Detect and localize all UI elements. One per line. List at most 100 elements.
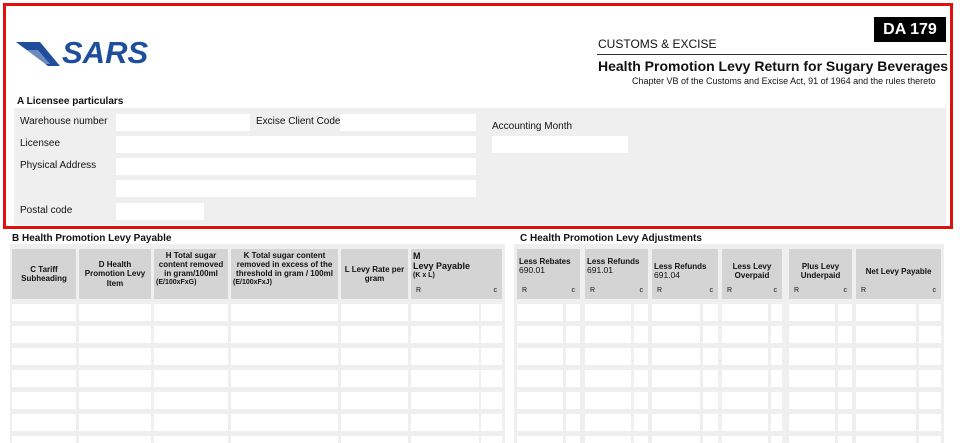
adjustment-entry-cell[interactable] (585, 370, 631, 387)
payable-entry-cell[interactable] (481, 348, 502, 365)
payable-entry-cell[interactable] (231, 414, 338, 431)
adjustment-entry-cell[interactable] (652, 326, 700, 343)
adjustment-entry-cell[interactable] (585, 326, 631, 343)
payable-entry-cell[interactable] (231, 370, 338, 387)
payable-entry-cell[interactable] (12, 304, 76, 321)
adjustment-entry-cell[interactable] (703, 326, 718, 343)
payable-entry-cell[interactable] (411, 304, 479, 321)
payable-entry-cell[interactable] (154, 436, 228, 443)
adjustment-entry-cell[interactable] (838, 370, 852, 387)
adjustment-entry-cell[interactable] (856, 392, 916, 409)
payable-entry-cell[interactable] (154, 414, 228, 431)
adjustment-entry-cell[interactable] (771, 304, 782, 321)
payable-entry-cell[interactable] (12, 436, 76, 443)
adjustment-entry-cell[interactable] (566, 348, 580, 365)
payable-entry-cell[interactable] (481, 414, 502, 431)
adjustment-entry-cell[interactable] (566, 326, 580, 343)
adjustment-entry-cell[interactable] (722, 348, 768, 365)
adjustment-entry-cell[interactable] (919, 304, 941, 321)
adjustment-entry-cell[interactable] (722, 326, 768, 343)
adjustment-entry-cell[interactable] (517, 414, 563, 431)
adjustment-entry-cell[interactable] (566, 414, 580, 431)
accounting-month-field[interactable] (492, 136, 628, 153)
adjustment-entry-cell[interactable] (722, 304, 768, 321)
payable-entry-cell[interactable] (79, 392, 151, 409)
adjustment-entry-cell[interactable] (838, 414, 852, 431)
adjustment-entry-cell[interactable] (652, 436, 700, 443)
payable-entry-cell[interactable] (411, 414, 479, 431)
payable-entry-cell[interactable] (79, 326, 151, 343)
payable-entry-cell[interactable] (231, 392, 338, 409)
payable-entry-cell[interactable] (481, 392, 502, 409)
payable-entry-cell[interactable] (231, 304, 338, 321)
adjustment-entry-cell[interactable] (634, 436, 648, 443)
adjustment-entry-cell[interactable] (789, 304, 835, 321)
adjustment-entry-cell[interactable] (919, 370, 941, 387)
payable-entry-cell[interactable] (411, 348, 479, 365)
adjustment-entry-cell[interactable] (652, 370, 700, 387)
adjustment-entry-cell[interactable] (838, 304, 852, 321)
adjustment-entry-cell[interactable] (652, 348, 700, 365)
adjustment-entry-cell[interactable] (789, 436, 835, 443)
payable-entry-cell[interactable] (79, 370, 151, 387)
adjustment-entry-cell[interactable] (856, 326, 916, 343)
payable-entry-cell[interactable] (411, 326, 479, 343)
adjustment-entry-cell[interactable] (919, 392, 941, 409)
adjustment-entry-cell[interactable] (838, 326, 852, 343)
adjustment-entry-cell[interactable] (517, 304, 563, 321)
adjustment-entry-cell[interactable] (703, 348, 718, 365)
payable-entry-cell[interactable] (341, 414, 408, 431)
payable-entry-cell[interactable] (154, 392, 228, 409)
adjustment-entry-cell[interactable] (722, 414, 768, 431)
payable-entry-cell[interactable] (12, 348, 76, 365)
adjustment-entry-cell[interactable] (838, 392, 852, 409)
adjustment-entry-cell[interactable] (517, 436, 563, 443)
adjustment-entry-cell[interactable] (517, 348, 563, 365)
payable-entry-cell[interactable] (341, 326, 408, 343)
warehouse-number-field[interactable] (116, 114, 250, 131)
adjustment-entry-cell[interactable] (789, 326, 835, 343)
adjustment-entry-cell[interactable] (722, 392, 768, 409)
adjustment-entry-cell[interactable] (585, 348, 631, 365)
payable-entry-cell[interactable] (12, 370, 76, 387)
payable-entry-cell[interactable] (341, 348, 408, 365)
adjustment-entry-cell[interactable] (517, 326, 563, 343)
payable-entry-cell[interactable] (79, 414, 151, 431)
adjustment-entry-cell[interactable] (919, 414, 941, 431)
payable-entry-cell[interactable] (154, 326, 228, 343)
adjustment-entry-cell[interactable] (517, 370, 563, 387)
payable-entry-cell[interactable] (341, 436, 408, 443)
adjustment-entry-cell[interactable] (789, 348, 835, 365)
adjustment-entry-cell[interactable] (919, 436, 941, 443)
adjustment-entry-cell[interactable] (634, 304, 648, 321)
payable-entry-cell[interactable] (231, 436, 338, 443)
adjustment-entry-cell[interactable] (517, 392, 563, 409)
payable-entry-cell[interactable] (154, 370, 228, 387)
payable-entry-cell[interactable] (12, 392, 76, 409)
adjustment-entry-cell[interactable] (856, 414, 916, 431)
adjustment-entry-cell[interactable] (856, 348, 916, 365)
adjustment-entry-cell[interactable] (634, 348, 648, 365)
adjustment-entry-cell[interactable] (566, 392, 580, 409)
adjustment-entry-cell[interactable] (919, 326, 941, 343)
adjustment-entry-cell[interactable] (703, 436, 718, 443)
adjustment-entry-cell[interactable] (652, 304, 700, 321)
adjustment-entry-cell[interactable] (838, 436, 852, 443)
physical-address-line2-field[interactable] (116, 180, 476, 197)
adjustment-entry-cell[interactable] (722, 370, 768, 387)
adjustment-entry-cell[interactable] (771, 348, 782, 365)
adjustment-entry-cell[interactable] (789, 392, 835, 409)
payable-entry-cell[interactable] (231, 348, 338, 365)
adjustment-entry-cell[interactable] (634, 414, 648, 431)
adjustment-entry-cell[interactable] (703, 304, 718, 321)
adjustment-entry-cell[interactable] (771, 414, 782, 431)
payable-entry-cell[interactable] (481, 326, 502, 343)
payable-entry-cell[interactable] (79, 348, 151, 365)
adjustment-entry-cell[interactable] (771, 392, 782, 409)
adjustment-entry-cell[interactable] (585, 436, 631, 443)
payable-entry-cell[interactable] (154, 304, 228, 321)
payable-entry-cell[interactable] (341, 304, 408, 321)
adjustment-entry-cell[interactable] (838, 348, 852, 365)
payable-entry-cell[interactable] (79, 304, 151, 321)
payable-entry-cell[interactable] (341, 370, 408, 387)
